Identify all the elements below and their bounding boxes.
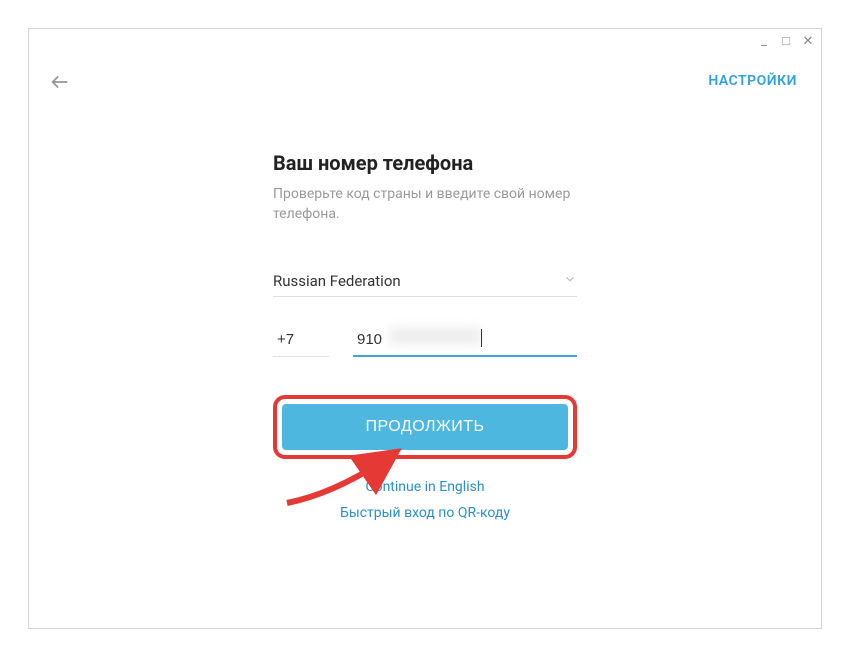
chevron-down-icon: [563, 272, 577, 290]
maximize-button[interactable]: □: [779, 35, 793, 48]
continue-english-link[interactable]: Continue in English: [273, 479, 577, 495]
continue-button[interactable]: ПРОДОЛЖИТЬ: [282, 404, 568, 450]
arrow-left-icon: [49, 71, 71, 93]
page-title: Ваш номер телефона: [273, 151, 577, 175]
text-caret: [481, 329, 482, 347]
phone-input[interactable]: [353, 327, 577, 357]
alt-links: Continue in English Быстрый вход по QR-к…: [273, 479, 577, 521]
back-button[interactable]: [49, 71, 71, 97]
close-button[interactable]: ✕: [801, 35, 815, 48]
highlight-annotation: ПРОДОЛЖИТЬ: [273, 395, 577, 459]
country-code-input[interactable]: [273, 327, 329, 357]
settings-link[interactable]: НАСТРОЙКИ: [708, 73, 797, 89]
page-subtitle: Проверьте код страны и введите свой номе…: [273, 185, 577, 224]
qr-login-link[interactable]: Быстрый вход по QR-коду: [273, 505, 577, 521]
country-value: Russian Federation: [273, 272, 401, 290]
country-select[interactable]: Russian Federation: [273, 272, 577, 297]
minimize-button[interactable]: _: [757, 35, 771, 48]
window-controls: _ □ ✕: [757, 35, 815, 48]
phone-row: [273, 327, 577, 357]
login-form: Ваш номер телефона Проверьте код страны …: [273, 151, 577, 531]
app-window: _ □ ✕ НАСТРОЙКИ Ваш номер телефона Прове…: [28, 28, 822, 629]
